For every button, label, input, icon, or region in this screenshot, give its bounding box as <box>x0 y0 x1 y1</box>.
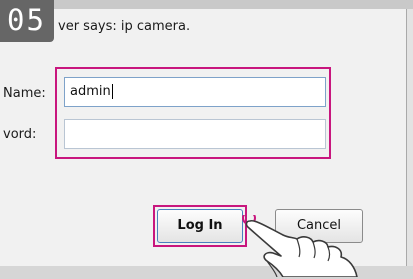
password-label: vord: <box>3 127 37 142</box>
screenshot-stage: ver says: ip camera. Name: vord: admin L… <box>0 0 413 279</box>
step-number: 05 <box>7 3 46 37</box>
top-frame <box>0 0 413 9</box>
server-message: ver says: ip camera. <box>58 19 191 34</box>
login-highlight <box>153 205 247 247</box>
dialog-edge <box>407 9 413 266</box>
username-label: Name: <box>3 86 46 101</box>
credentials-highlight <box>55 67 331 159</box>
tap-hand-icon <box>242 215 358 277</box>
step-badge: 05 <box>0 0 54 42</box>
